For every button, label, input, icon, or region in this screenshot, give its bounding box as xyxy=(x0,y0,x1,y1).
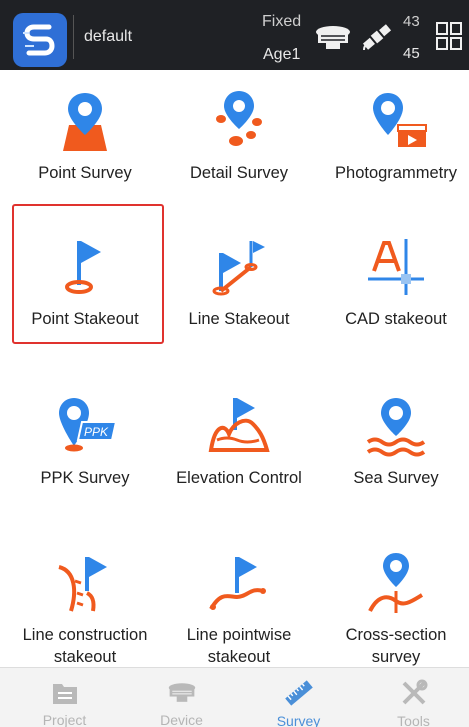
differential-age: Age1 xyxy=(263,46,301,63)
app-logo-icon[interactable] xyxy=(13,13,67,67)
point-survey-icon xyxy=(50,86,120,156)
device-icon xyxy=(167,679,197,706)
project-name[interactable]: default xyxy=(84,28,132,46)
elevation-control-icon xyxy=(204,391,274,461)
label-line-2: stakeout xyxy=(207,648,271,666)
tile-label: Line construction stakeout xyxy=(23,624,148,668)
project-icon xyxy=(50,679,80,706)
point-stakeout-button[interactable]: Point Stakeout xyxy=(7,232,163,330)
cad-stakeout-button[interactable]: CAD stakeout xyxy=(318,232,469,330)
tile-label: Photogrammetry xyxy=(335,164,457,182)
tile-label: CAD stakeout xyxy=(345,310,447,328)
tile-label: Line pointwise stakeout xyxy=(187,624,292,668)
cad-stakeout-icon xyxy=(361,232,431,302)
satellites-used: 43 xyxy=(403,13,420,30)
point-stakeout-icon xyxy=(50,232,120,302)
tile-label: PPK Survey xyxy=(40,469,130,487)
nav-survey[interactable]: Survey xyxy=(240,668,357,727)
satellites-visible: 45 xyxy=(403,45,420,62)
ppk-badge-text: PPK xyxy=(84,425,109,439)
nav-label: Tools xyxy=(397,713,430,727)
detail-survey-button[interactable]: Detail Survey xyxy=(161,86,317,184)
ppk-survey-icon: PPK xyxy=(50,391,120,461)
tile-label: Elevation Control xyxy=(176,469,302,487)
cross-section-survey-icon xyxy=(361,548,431,618)
sea-survey-button[interactable]: Sea Survey xyxy=(318,391,469,489)
nav-label: Survey xyxy=(276,713,321,727)
status-bar: default Fixed Age1 43 45 xyxy=(0,0,469,70)
label-line-1: Line pointwise xyxy=(186,626,292,644)
line-construction-stakeout-button[interactable]: Line construction stakeout xyxy=(7,548,163,668)
nav-tools[interactable]: Tools xyxy=(355,668,469,727)
label-line-1: Cross-section xyxy=(345,626,447,644)
nav-label: Project xyxy=(42,712,87,727)
nav-label: Device xyxy=(160,712,203,727)
bottom-navigation: Project Device Survey Tools xyxy=(0,667,469,727)
fix-status: Fixed xyxy=(262,13,302,30)
label-line-2: survey xyxy=(371,648,421,666)
line-construction-stakeout-icon xyxy=(50,548,120,618)
cross-section-survey-button[interactable]: Cross-section survey xyxy=(318,548,469,668)
label-line-2: stakeout xyxy=(53,648,117,666)
line-pointwise-stakeout-button[interactable]: Line pointwise stakeout xyxy=(161,548,317,668)
tile-label: Point Survey xyxy=(38,164,132,182)
tile-label: Line Stakeout xyxy=(188,310,290,328)
tools-icon xyxy=(399,679,429,707)
line-stakeout-icon xyxy=(204,232,274,302)
tile-label: Cross-section survey xyxy=(346,624,447,668)
satellite-icon[interactable] xyxy=(360,20,394,59)
divider xyxy=(73,15,74,59)
detail-survey-icon xyxy=(204,86,274,156)
sea-survey-icon xyxy=(361,391,431,461)
tile-label: Sea Survey xyxy=(353,469,439,487)
elevation-control-button[interactable]: Elevation Control xyxy=(161,391,317,489)
survey-icon xyxy=(284,679,314,707)
photogrammetry-button[interactable]: Photogrammetry xyxy=(318,86,469,184)
ppk-survey-button[interactable]: PPK PPK Survey xyxy=(7,391,163,489)
apps-grid-icon[interactable] xyxy=(436,22,462,55)
tile-label: Detail Survey xyxy=(189,164,289,182)
nav-project[interactable]: Project xyxy=(6,668,123,727)
line-pointwise-stakeout-icon xyxy=(204,548,274,618)
point-survey-button[interactable]: Point Survey xyxy=(7,86,163,184)
nav-device[interactable]: Device xyxy=(123,668,240,727)
photogrammetry-icon xyxy=(361,86,431,156)
label-line-1: Line construction xyxy=(22,626,148,644)
line-stakeout-button[interactable]: Line Stakeout xyxy=(161,232,317,330)
tile-label: Point Stakeout xyxy=(31,310,139,328)
receiver-icon[interactable] xyxy=(313,24,353,55)
